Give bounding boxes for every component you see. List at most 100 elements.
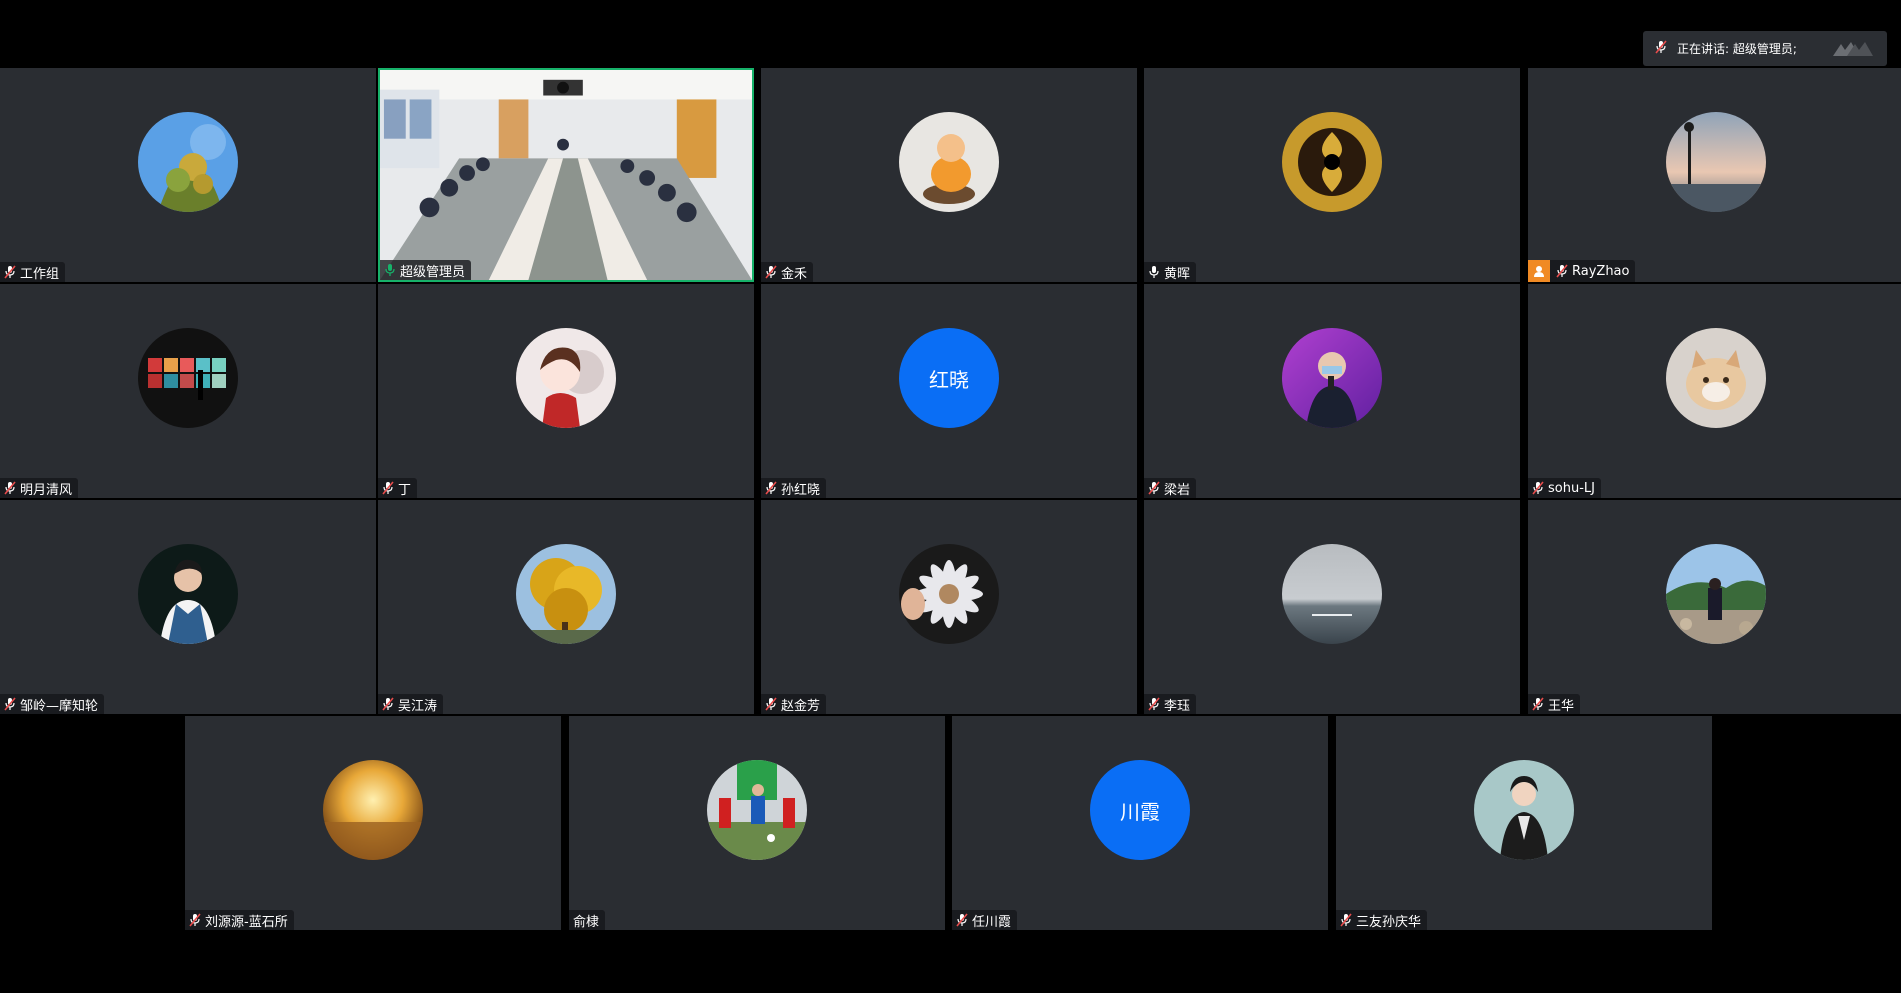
- network-signal-icon: [1831, 40, 1875, 61]
- mic-muted-icon: [4, 481, 16, 495]
- participant-nameplate: 工作组: [0, 262, 66, 282]
- meeting-room-video: [380, 70, 752, 280]
- host-badge-icon: [1528, 260, 1550, 282]
- participant-nameplate: 赵金芳: [761, 694, 827, 714]
- mic-icon: [1148, 265, 1160, 279]
- participant-name: 超级管理员: [400, 264, 466, 280]
- participant-tile[interactable]: 川霞 任川霞: [952, 716, 1328, 930]
- participant-name: 李珏: [1164, 698, 1191, 714]
- participant-name: 王华: [1548, 698, 1575, 714]
- participant-name: 刘源源-蓝石所: [205, 914, 288, 930]
- mic-muted-icon: [1148, 697, 1160, 711]
- participant-tile[interactable]: 邹岭—摩知轮: [0, 500, 376, 714]
- participant-nameplate: 任川霞: [952, 910, 1018, 930]
- participant-avatar: [899, 544, 999, 644]
- participant-tile[interactable]: RayZhao: [1528, 68, 1901, 282]
- participant-avatar: [1474, 760, 1574, 860]
- participant-avatar: [1666, 112, 1766, 212]
- participant-tile[interactable]: 超级管理员: [378, 68, 754, 282]
- participant-name: 邹岭—摩知轮: [20, 698, 99, 714]
- participant-tile[interactable]: 丁: [378, 284, 754, 498]
- participant-name: 明月清风: [20, 482, 73, 498]
- participant-tile[interactable]: sohu-LJ: [1528, 284, 1901, 498]
- mic-icon: [384, 263, 396, 277]
- participant-nameplate: 梁岩: [1144, 478, 1197, 498]
- participant-tile[interactable]: 李珏: [1144, 500, 1520, 714]
- participant-tile[interactable]: 金禾: [761, 68, 1137, 282]
- participant-tile[interactable]: 刘源源-蓝石所: [185, 716, 561, 930]
- participant-name: sohu-LJ: [1548, 480, 1595, 496]
- mic-muted-icon: [956, 913, 968, 927]
- participant-nameplate: 李珏: [1144, 694, 1197, 714]
- participant-nameplate: 金禾: [761, 262, 814, 282]
- participant-tile[interactable]: 明月清风: [0, 284, 376, 498]
- mic-muted-icon: [189, 913, 201, 927]
- mic-muted-icon: [382, 481, 394, 495]
- participant-name: 金禾: [781, 266, 808, 282]
- mic-muted-icon: [1655, 40, 1667, 57]
- speaking-label: 正在讲话: 超级管理员;: [1677, 42, 1797, 56]
- mic-muted-icon: [1532, 481, 1544, 495]
- participant-nameplate: 王华: [1528, 694, 1581, 714]
- participant-tile[interactable]: 俞棣: [569, 716, 945, 930]
- participant-avatar: [516, 328, 616, 428]
- participant-name: 吴江涛: [398, 698, 438, 714]
- participant-name: 黄晖: [1164, 266, 1191, 282]
- mic-muted-icon: [765, 265, 777, 279]
- participant-avatar: 红晓: [899, 328, 999, 428]
- participant-name: 梁岩: [1164, 482, 1191, 498]
- participant-tile[interactable]: 三友孙庆华: [1336, 716, 1712, 930]
- participant-nameplate: 明月清风: [0, 478, 79, 498]
- participant-tile[interactable]: 梁岩: [1144, 284, 1520, 498]
- participant-avatar: 川霞: [1090, 760, 1190, 860]
- mic-muted-icon: [1556, 264, 1568, 278]
- participant-tile[interactable]: 赵金芳: [761, 500, 1137, 714]
- participant-name: 三友孙庆华: [1356, 914, 1422, 930]
- participant-tile[interactable]: 王华: [1528, 500, 1901, 714]
- participant-nameplate: 三友孙庆华: [1336, 910, 1428, 930]
- participant-nameplate: 刘源源-蓝石所: [185, 910, 294, 930]
- participant-nameplate: 超级管理员: [380, 260, 472, 280]
- participant-avatar: [138, 112, 238, 212]
- participant-name: 孙红晓: [781, 482, 821, 498]
- participant-nameplate: 邹岭—摩知轮: [0, 694, 105, 714]
- participant-name: 工作组: [20, 266, 60, 282]
- participant-avatar: [138, 328, 238, 428]
- participant-avatar: [1282, 544, 1382, 644]
- participant-avatar: [1282, 328, 1382, 428]
- participant-nameplate: 丁: [378, 478, 418, 498]
- mic-muted-icon: [765, 481, 777, 495]
- mic-muted-icon: [1340, 913, 1352, 927]
- mic-muted-icon: [1532, 697, 1544, 711]
- participant-nameplate: sohu-LJ: [1528, 478, 1601, 498]
- participant-avatar: [1282, 112, 1382, 212]
- participant-nameplate: RayZhao: [1528, 260, 1636, 282]
- participant-nameplate: 吴江涛: [378, 694, 444, 714]
- participant-nameplate: 黄晖: [1144, 262, 1197, 282]
- mic-muted-icon: [765, 697, 777, 711]
- video-grid: 工作组 超级管理员 金禾 黄晖 RayZhao 明月清风 丁 红晓 孙红晓 梁岩…: [0, 0, 1901, 993]
- participant-name: 任川霞: [972, 914, 1012, 930]
- participant-avatar: [516, 544, 616, 644]
- participant-tile[interactable]: 红晓 孙红晓: [761, 284, 1137, 498]
- participant-avatar: [323, 760, 423, 860]
- participant-tile[interactable]: 黄晖: [1144, 68, 1520, 282]
- mic-muted-icon: [4, 697, 16, 711]
- participant-tile[interactable]: 工作组: [0, 68, 376, 282]
- participant-avatar: [899, 112, 999, 212]
- participant-nameplate: 孙红晓: [761, 478, 827, 498]
- participant-name: RayZhao: [1572, 263, 1630, 279]
- mic-muted-icon: [4, 265, 16, 279]
- participant-avatar: [1666, 544, 1766, 644]
- participant-name: 赵金芳: [781, 698, 821, 714]
- participant-tile[interactable]: 吴江涛: [378, 500, 754, 714]
- participant-name: 俞棣: [573, 914, 600, 930]
- participant-avatar: [138, 544, 238, 644]
- participant-avatar: [1666, 328, 1766, 428]
- active-speaker-indicator: 正在讲话: 超级管理员;: [1643, 31, 1887, 66]
- mic-muted-icon: [382, 697, 394, 711]
- mic-muted-icon: [1148, 481, 1160, 495]
- participant-avatar: [707, 760, 807, 860]
- participant-nameplate: 俞棣: [569, 910, 606, 930]
- participant-name: 丁: [398, 482, 412, 498]
